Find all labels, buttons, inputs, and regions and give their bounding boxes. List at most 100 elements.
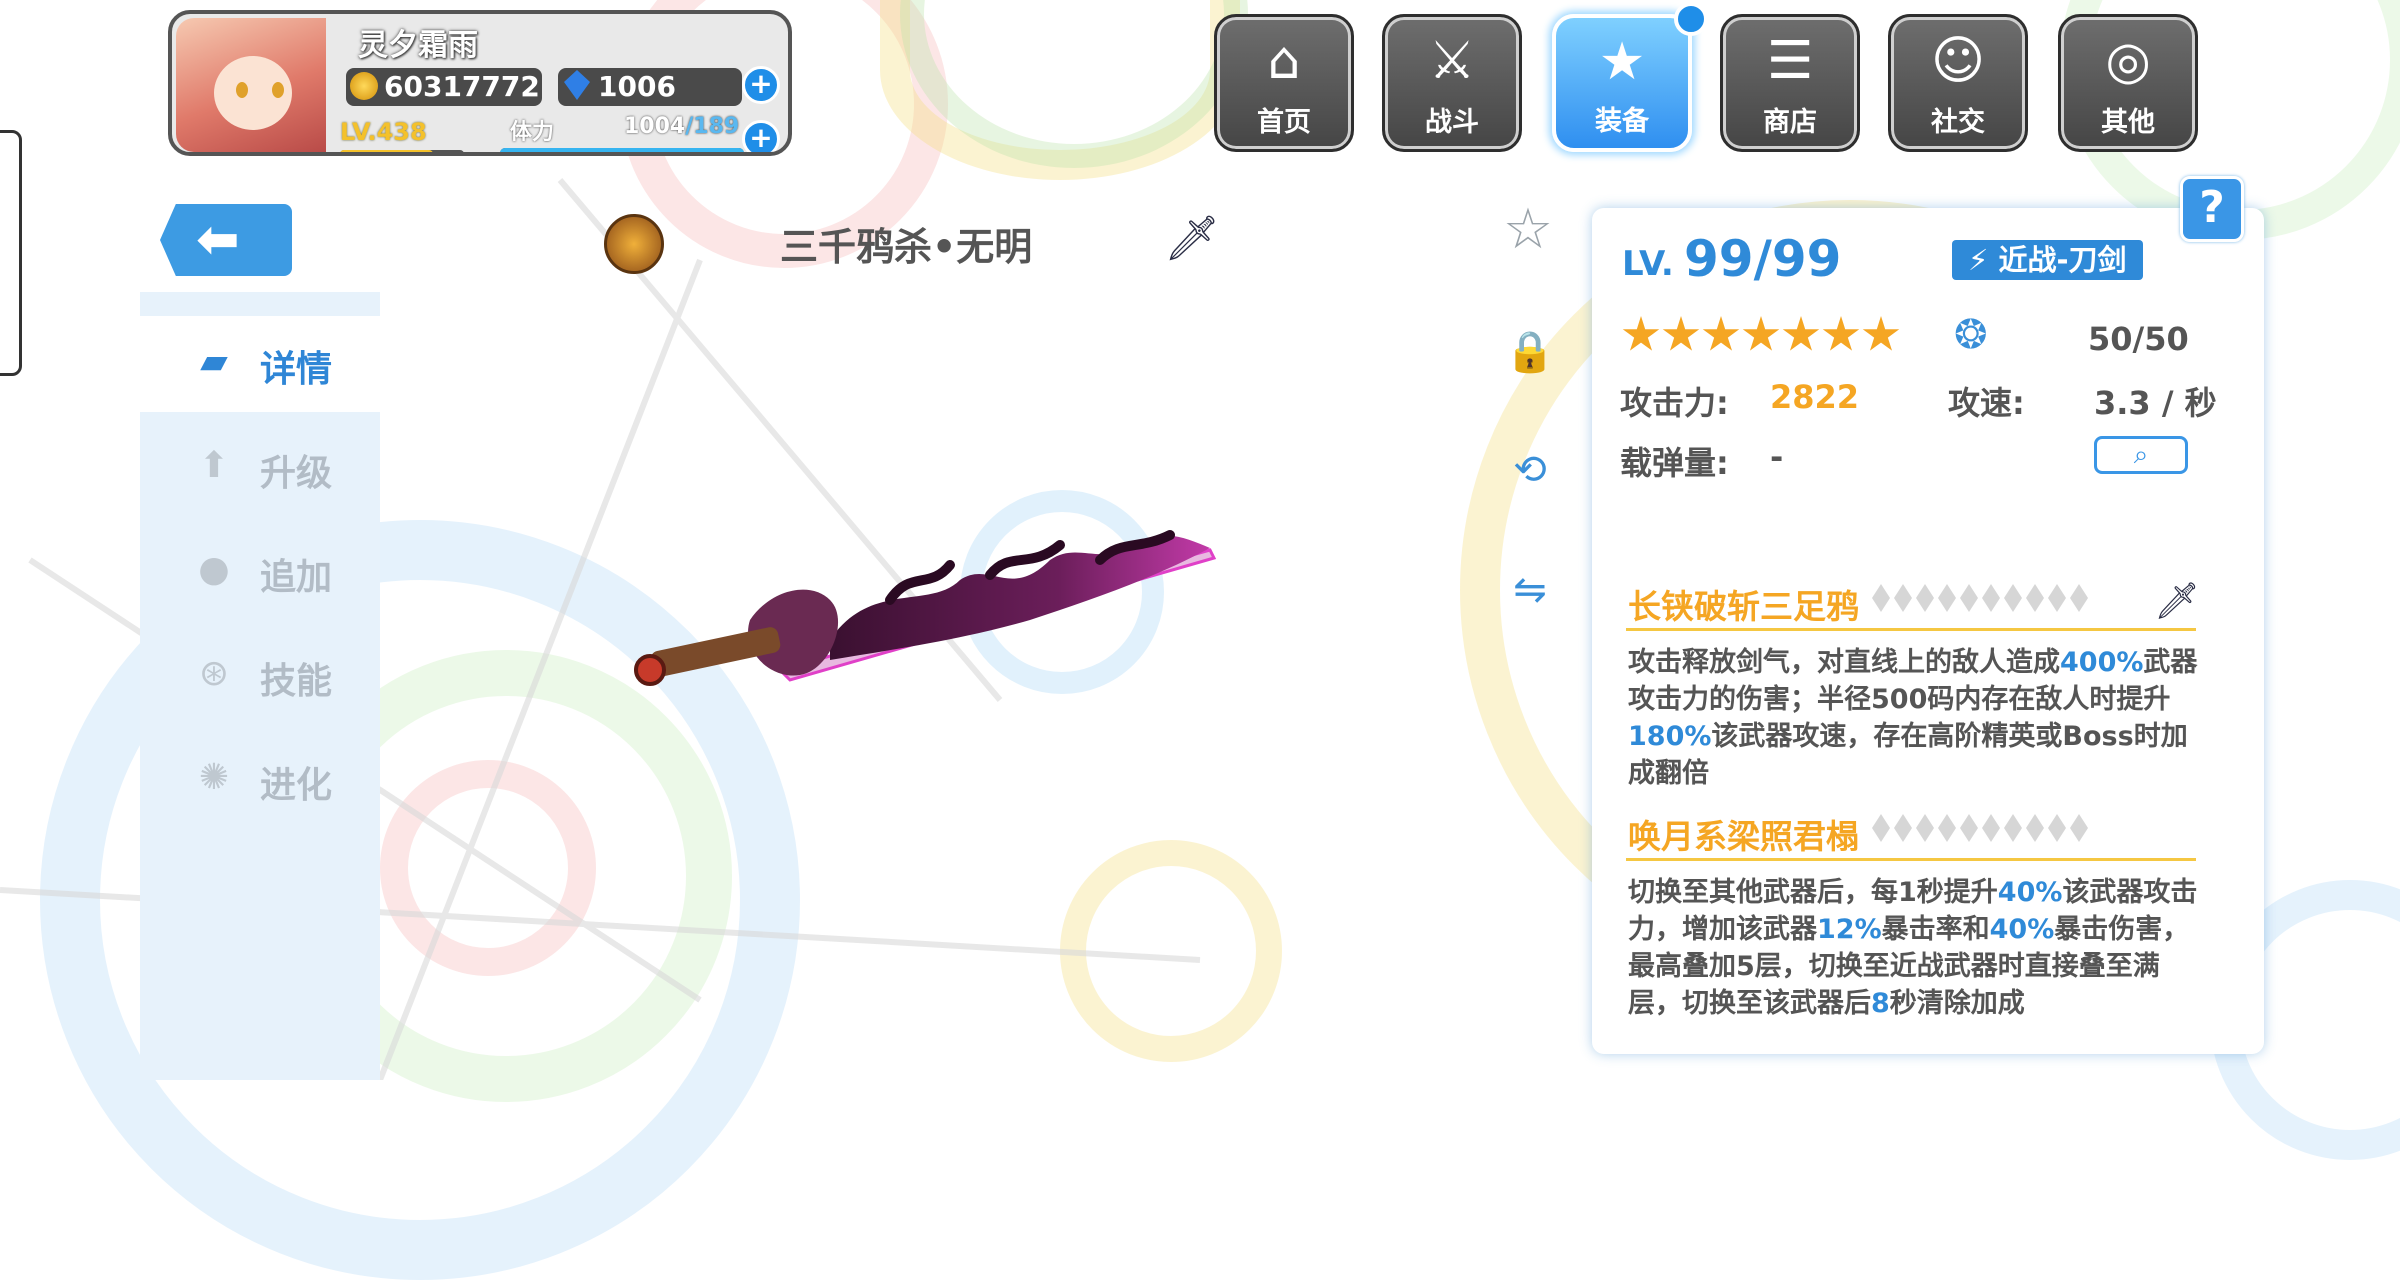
sidebar-item-label: 追加 <box>260 557 333 598</box>
player-info-panel: 灵夕霜雨 60317772 1006 + LV.438 体力 1004/189 … <box>168 10 792 156</box>
gem-slot-icon <box>1894 814 1912 842</box>
gem-slot-icon <box>2070 584 2088 612</box>
sidebar-item-label: 升级 <box>260 453 333 494</box>
switch-icon[interactable]: ⟲ <box>1500 440 1560 500</box>
weapon-title: 三千鸦杀•无明 <box>780 225 1033 269</box>
gem-slot-icon <box>1982 584 2000 612</box>
clip-value: - <box>1770 438 1784 476</box>
speed-value: 3.3 / 秒 <box>2094 384 2217 422</box>
share-icon[interactable]: ⇋ <box>1500 560 1560 620</box>
nav-home-button[interactable]: ⌂ 首页 <box>1214 14 1354 152</box>
description-text: 暴击率和 <box>1881 914 1990 945</box>
sword-type-icon: 🗡 <box>1164 213 1220 264</box>
attack-value: 2822 <box>1770 378 1860 416</box>
highlight-value: 8 <box>1871 988 1890 1019</box>
sidebar-item-append[interactable]: ● 追加 <box>140 524 380 620</box>
gem-slot-icon <box>2070 814 2088 842</box>
nav-shop-button[interactable]: ☰ 商店 <box>1720 14 1860 152</box>
highlight-value: 40% <box>1989 914 2055 945</box>
highlight-value: 12% <box>1817 914 1882 945</box>
upgrade-arrow-icon: ⬆ <box>198 445 230 486</box>
gem-slot-icon <box>2026 584 2044 612</box>
divider <box>1626 858 2196 861</box>
nav-label: 其他 <box>2101 107 2155 138</box>
description-text: 该武器攻速，存在高阶精英或Boss时加成翻倍 <box>1628 721 2188 789</box>
sword-type-icon: 🗡 <box>2154 581 2200 622</box>
weapon-class-label: 近战-刀剑 <box>1998 243 2127 277</box>
gem-slot-icon <box>1916 584 1934 612</box>
lock-icon[interactable]: 🔒 <box>1500 322 1560 382</box>
skill-2-gem-slots <box>1872 814 2092 848</box>
stamina-value: 1004/189 <box>624 114 739 139</box>
ammo-value: 50/50 <box>2088 320 2189 358</box>
inspect-button[interactable]: ⌕ <box>2094 436 2188 474</box>
gem-slot-icon <box>1982 814 2000 842</box>
nav-label: 装备 <box>1595 106 1649 137</box>
nav-label: 社交 <box>1931 107 1985 138</box>
gem-slot-icon <box>2048 814 2066 842</box>
sidebar-item-label: 详情 <box>260 349 333 390</box>
skill-1-name: 长铗破斩三足鸦 <box>1628 587 1859 626</box>
weapon-image[interactable] <box>630 520 1220 690</box>
gold-coin-icon <box>350 72 378 100</box>
stamina-current: 1004 <box>624 114 686 139</box>
ammo-icon: ❂ <box>1954 312 1988 358</box>
gem-amount: 1006 <box>598 70 676 103</box>
sidebar-item-skill[interactable]: ⊛ 技能 <box>140 628 380 724</box>
gold-amount: 60317772 <box>384 70 540 103</box>
clip-label: 载弹量: <box>1620 444 1729 482</box>
player-name: 灵夕霜雨 <box>358 28 478 63</box>
equipment-icon: ★ <box>1598 32 1646 92</box>
other-icon: ◎ <box>2105 31 2151 91</box>
weapon-class-tag: ⚡ 近战-刀剑 <box>1952 240 2143 280</box>
back-arrow-icon: ⬅ <box>196 210 240 270</box>
highlight-value: 400% <box>2060 647 2144 678</box>
stamina-max: /189 <box>685 114 740 139</box>
sidebar-item-evolve[interactable]: ✺ 进化 <box>140 732 380 828</box>
level-progress-bar <box>340 150 464 152</box>
nav-label: 商店 <box>1763 107 1817 138</box>
nav-equipment-button[interactable]: ★ 装备 <box>1552 14 1692 152</box>
gem-slot-icon <box>1960 814 1978 842</box>
speed-label: 攻速: <box>1948 384 2025 422</box>
help-button[interactable]: ? <box>2180 176 2244 242</box>
stamina-bar <box>500 148 744 152</box>
sidebar-item-details[interactable]: ▰ 详情 <box>140 316 380 412</box>
weapon-level: 99/99 <box>1684 230 1842 288</box>
search-icon: ⌕ <box>2133 440 2149 470</box>
append-icon: ● <box>198 549 230 590</box>
description-text: 攻击释放剑气，对直线上的敌人造成 <box>1628 647 2060 678</box>
add-gems-button[interactable]: + <box>742 66 780 104</box>
gun-icon: ▰ <box>200 341 228 382</box>
sidebar-item-label: 技能 <box>260 661 333 702</box>
sidebar-item-upgrade[interactable]: ⬆ 升级 <box>140 420 380 516</box>
nav-other-button[interactable]: ◎ 其他 <box>2058 14 2198 152</box>
gem-slot-icon <box>2004 814 2022 842</box>
gem-slot-icon <box>1960 584 1978 612</box>
nav-label: 首页 <box>1257 107 1311 138</box>
gem-slot-icon <box>1938 814 1956 842</box>
divider <box>1626 628 2196 631</box>
sidebar-item-label: 进化 <box>260 765 333 806</box>
favorite-star-icon[interactable]: ☆ <box>1498 200 1558 260</box>
home-icon: ⌂ <box>1267 31 1301 91</box>
notification-dot <box>1674 2 1708 36</box>
skill-2-name: 唤月系梁照君榻 <box>1628 817 1859 856</box>
skill-icon: ⊛ <box>198 653 230 694</box>
add-stamina-button[interactable]: + <box>742 120 780 152</box>
gem-slot-icon <box>2048 584 2066 612</box>
skill-1-gem-slots <box>1872 584 2092 618</box>
nav-social-button[interactable]: ☺ 社交 <box>1888 14 2028 152</box>
attack-label: 攻击力: <box>1620 384 1729 422</box>
back-button[interactable]: ⬅ <box>160 204 292 276</box>
stamina-label: 体力 <box>510 120 555 145</box>
gem-slot-icon <box>2026 814 2044 842</box>
gem-slot-icon <box>1872 584 1890 612</box>
evolve-icon: ✺ <box>198 757 230 798</box>
blade-class-icon: ⚡ <box>1968 243 1999 277</box>
level-prefix: LV. <box>1622 244 1674 284</box>
description-text: 秒清除加成 <box>1889 988 2025 1019</box>
description-text: 切换至其他武器后，每1秒提升 <box>1628 877 1998 908</box>
nav-battle-button[interactable]: ⚔ 战斗 <box>1382 14 1522 152</box>
player-avatar[interactable] <box>176 18 326 152</box>
